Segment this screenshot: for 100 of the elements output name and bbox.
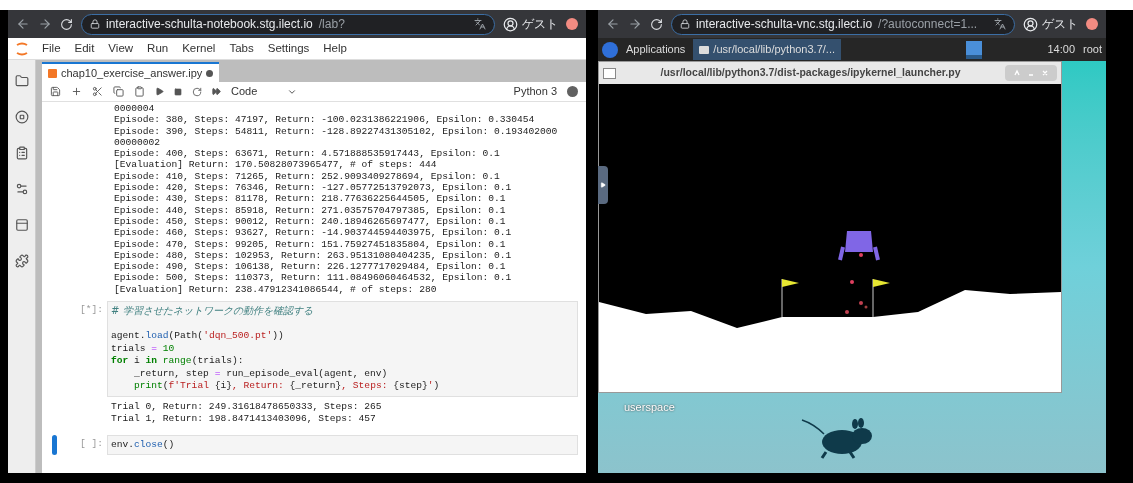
cell-type-dropdown[interactable]: Code: [231, 83, 298, 100]
applications-menu[interactable]: Applications: [626, 41, 686, 58]
code-token: ): [433, 380, 440, 392]
translate-icon[interactable]: [474, 18, 486, 30]
folder-icon[interactable]: [14, 74, 29, 88]
clipboard-icon[interactable]: [14, 146, 29, 160]
output-line: 0000004: [114, 103, 155, 115]
menu-item[interactable]: View: [108, 39, 134, 58]
code-token: for: [111, 355, 129, 367]
forward-icon[interactable]: [628, 17, 642, 31]
code-token: range: [161, 355, 192, 367]
code-token: run_episode_eval(agent, env): [225, 367, 388, 379]
output-line: [Evaluation] Return: 238.47912341086544, # of steps: 280: [114, 283, 437, 296]
menu-item[interactable]: Tabs: [229, 39, 254, 58]
code-token: ': [427, 380, 434, 392]
update-badge-icon[interactable]: [566, 18, 578, 30]
update-badge-icon[interactable]: [1086, 18, 1098, 30]
save-icon[interactable]: [50, 86, 61, 97]
menu-item[interactable]: Run: [147, 39, 169, 58]
back-icon[interactable]: [16, 17, 30, 31]
puzzle-icon[interactable]: [14, 254, 29, 268]
output-line: Episode: 500, Steps: 110373, Return: 111.08496060464532, Epsilon: 0.1: [114, 272, 512, 284]
output-line: [Evaluation] Return: 170.50828073965477, # of steps: 444: [114, 159, 437, 171]
output-line: Episode: 400, Steps: 63671, Return: 4.571888535917443, Epsilon: 0.1: [114, 148, 500, 160]
output-line: Episode: 420, Steps: 76346, Return: -127.05772513792073, Epsilon: 0.1: [114, 182, 512, 194]
window-title: /usr/local/lib/python3.7/dist-packages/ipykernel_launcher.py: [659, 65, 962, 81]
code-token: close: [134, 438, 163, 450]
code-token: env.: [111, 438, 135, 450]
profile-icon[interactable]: [1023, 16, 1038, 32]
output-line: Episode: 380, Steps: 47197, Return: -100.0231386221906, Epsilon: 0.330454: [114, 114, 535, 126]
output-line: Episode: 480, Steps: 102953, Return: 263.95131080404235, Epsilon: 0.1: [114, 249, 512, 262]
code-token: {step}: [393, 380, 428, 392]
stop-icon[interactable]: [14, 110, 29, 124]
taskbar-button[interactable]: /usr/local/lib/python3.7/...: [693, 39, 841, 60]
cell-prompt: [*]:: [78, 303, 104, 318]
stop-icon[interactable]: [174, 87, 182, 96]
paste-icon[interactable]: [134, 86, 145, 97]
code-token: print: [133, 380, 163, 392]
clock: 14:00: [1047, 42, 1076, 58]
profile-icon[interactable]: [503, 16, 518, 32]
add-icon[interactable]: [71, 86, 82, 97]
output-line: Episode: 470, Steps: 99205, Return: 151.75927451835804, Epsilon: 0.1: [114, 238, 506, 250]
address-bar[interactable]: interactive-schulta-notebook.stg.ilect.io /lab?: [81, 13, 495, 35]
code-token: , Return:: [231, 380, 285, 392]
vnc-control-handle[interactable]: [598, 166, 608, 204]
code-token: (): [162, 438, 175, 450]
menu-item[interactable]: Help: [323, 39, 347, 58]
code-token: =: [151, 342, 158, 354]
output-line: Episode: 390, Steps: 54811, Return: -128.89227431305102, Epsilon: 0.193402000: [114, 125, 558, 137]
run-icon[interactable]: [155, 87, 164, 96]
translate-icon[interactable]: [994, 18, 1006, 30]
fast-forward-icon[interactable]: [212, 87, 221, 96]
menu-item[interactable]: Kernel: [182, 39, 216, 58]
lock-icon: [90, 19, 100, 29]
code-token: # 学習させたネットワークの動作を確認する: [111, 305, 313, 317]
code-token: (: [162, 380, 169, 392]
output-line: 00000002: [114, 136, 161, 149]
workspace-label: userspace: [624, 400, 675, 415]
output-line: Episode: 450, Steps: 90012, Return: 240.18946265697477, Epsilon: 0.1: [114, 215, 506, 228]
code-token: in: [145, 355, 158, 367]
code-token: load: [145, 330, 169, 342]
menu-item[interactable]: Settings: [267, 39, 310, 58]
code-cell[interactable]: # 学習させたネットワークの動作を確認する agent.load(Path('dqn_500.pt')) trials = 10 for i in range(trials): _return, step = run_episode_eval(agent, env) print(f'Trial {i}, Return: {_return}, Steps: {step}'): [107, 301, 578, 397]
lock-icon: [680, 19, 690, 29]
code-token: 'dqn_500.pt': [203, 330, 273, 342]
output-line: Trial 0, Return: 249.31618478650333, Steps: 265: [111, 400, 382, 413]
address-bar[interactable]: interactive-schulta-vnc.stg.ilect.io /?autoconnect=1...: [671, 13, 1015, 35]
code-token: =: [214, 367, 221, 379]
code-token: )): [272, 330, 284, 342]
code-token: {_return}: [289, 380, 342, 392]
user-name: root: [1083, 42, 1102, 58]
profile-name[interactable]: ゲスト: [522, 15, 558, 33]
output-line: Episode: 460, Steps: 93627, Return: -14.903744594403975, Epsilon: 0.1: [114, 227, 512, 239]
reload-icon[interactable]: [60, 17, 73, 31]
copy-icon[interactable]: [113, 86, 124, 97]
code-token: , Steps:: [341, 380, 389, 392]
reload-icon[interactable]: [650, 17, 663, 31]
profile-name[interactable]: ゲスト: [1042, 15, 1078, 33]
notebook-file-icon: [48, 68, 57, 78]
cell-prompt: [ ]:: [78, 436, 104, 451]
workspace-switcher[interactable]: [965, 40, 982, 59]
code-cell[interactable]: env.close(): [107, 434, 578, 456]
menu-item[interactable]: File: [42, 39, 61, 58]
window-icon[interactable]: [14, 218, 29, 232]
cut-icon[interactable]: [92, 86, 103, 97]
back-icon[interactable]: [606, 17, 620, 31]
code-token: agent.: [111, 330, 146, 342]
notebook-tab[interactable]: chap10_exercise_answer.ipy: [42, 62, 220, 82]
output-line: Trial 1, Return: 198.8471413403096, Steps: 457: [111, 412, 376, 425]
kernel-name: Python 3: [513, 84, 557, 100]
output-line: Episode: 490, Steps: 106138, Return: 226.1277717029484, Epsilon: 0.1: [114, 261, 506, 273]
window-icon: [603, 67, 616, 79]
output-line: Episode: 430, Steps: 81178, Return: 218.77636225644505, Epsilon: 0.1: [114, 193, 506, 205]
code-token: {i}: [214, 380, 232, 392]
code-token: (Path(: [168, 330, 204, 342]
menu-item[interactable]: Edit: [74, 39, 95, 58]
output-line: Episode: 440, Steps: 85918, Return: 271.03575704797385, Epsilon: 0.1: [114, 204, 506, 216]
code-token: f'Trial: [168, 380, 210, 392]
restart-icon[interactable]: [192, 86, 202, 97]
forward-icon[interactable]: [38, 17, 52, 31]
